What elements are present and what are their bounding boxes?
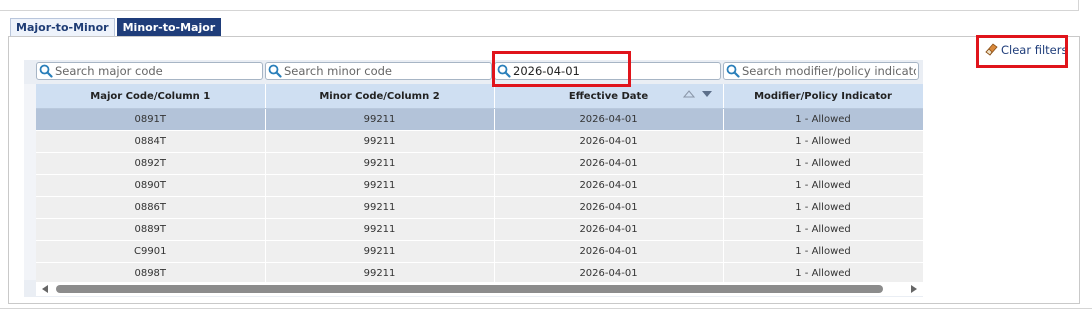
minor-code-search-input[interactable] [282, 64, 491, 78]
data-grid: Major Code/Column 1 Minor Code/Column 2 … [24, 60, 923, 297]
table-row[interactable]: 0889T 99211 2026-04-01 1 - Allowed [36, 218, 923, 241]
effective-date-header-label: Effective Date [568, 90, 649, 102]
major-code-cell: 0886T [36, 196, 266, 219]
modifier-cell: 1 - Allowed [723, 152, 923, 175]
minor-code-filter [265, 62, 492, 80]
major-code-search-input[interactable] [53, 64, 262, 78]
search-icon [39, 64, 53, 78]
table-row[interactable]: 0892T 99211 2026-04-01 1 - Allowed [36, 152, 923, 175]
effective-date-filter [494, 62, 721, 80]
table-row[interactable]: 0884T 99211 2026-04-01 1 - Allowed [36, 130, 923, 153]
search-icon [268, 64, 282, 78]
effective-date-cell: 2026-04-01 [494, 218, 724, 241]
sort-controls [682, 90, 713, 98]
table-row[interactable]: 0891T 99211 2026-04-01 1 - Allowed [36, 108, 923, 131]
major-code-cell: 0889T [36, 218, 266, 241]
modifier-cell: 1 - Allowed [723, 240, 923, 263]
effective-date-cell: 2026-04-01 [494, 240, 724, 263]
table-row[interactable]: 0890T 99211 2026-04-01 1 - Allowed [36, 174, 923, 197]
major-code-cell: 0892T [36, 152, 266, 175]
clear-filters-link[interactable]: Clear filters [985, 42, 1067, 58]
scrollbar-thumb[interactable] [56, 285, 883, 293]
column-header-minor-code[interactable]: Minor Code/Column 2 [265, 84, 495, 109]
sort-ascending-icon[interactable] [682, 90, 695, 98]
major-code-cell: 0890T [36, 174, 266, 197]
effective-date-cell: 2026-04-01 [494, 174, 724, 197]
sort-descending-icon[interactable] [701, 90, 713, 98]
effective-date-search-input[interactable] [511, 64, 720, 78]
scroll-right-arrow-icon[interactable] [911, 285, 917, 293]
tab-major-to-minor[interactable]: Major-to-Minor [10, 18, 115, 36]
modifier-filter [723, 62, 919, 80]
modifier-search-input[interactable] [740, 64, 918, 78]
column-header-effective-date[interactable]: Effective Date [494, 84, 724, 109]
search-icon [726, 64, 740, 78]
major-code-cell: 0891T [36, 108, 266, 131]
effective-date-cell: 2026-04-01 [494, 108, 724, 131]
modifier-cell: 1 - Allowed [723, 196, 923, 219]
effective-date-cell: 2026-04-01 [494, 196, 724, 219]
tab-minor-to-major[interactable]: Minor-to-Major [116, 18, 222, 36]
search-icon [497, 64, 511, 78]
column-header-modifier[interactable]: Modifier/Policy Indicator [723, 84, 923, 109]
scroll-left-arrow-icon[interactable] [42, 285, 48, 293]
minor-code-cell: 99211 [265, 196, 495, 219]
modifier-cell: 1 - Allowed [723, 108, 923, 131]
major-code-cell: 0884T [36, 130, 266, 153]
column-header-major-code[interactable]: Major Code/Column 1 [36, 84, 266, 109]
eraser-icon [985, 43, 998, 56]
tab-bar: Major-to-Minor Minor-to-Major [10, 18, 223, 36]
effective-date-cell: 2026-04-01 [494, 130, 724, 153]
minor-code-cell: 99211 [265, 152, 495, 175]
bottom-divider [0, 308, 1092, 309]
clear-filters-label: Clear filters [1001, 43, 1068, 57]
minor-code-cell: 99211 [265, 218, 495, 241]
minor-code-cell: 99211 [265, 130, 495, 153]
filter-row [36, 62, 921, 80]
horizontal-scrollbar[interactable] [36, 282, 923, 296]
minor-code-cell: 99211 [265, 108, 495, 131]
modifier-cell: 1 - Allowed [723, 130, 923, 153]
table-row[interactable]: C9901 99211 2026-04-01 1 - Allowed [36, 240, 923, 263]
minor-code-cell: 99211 [265, 174, 495, 197]
table-row[interactable]: 0886T 99211 2026-04-01 1 - Allowed [36, 196, 923, 219]
modifier-cell: 1 - Allowed [723, 218, 923, 241]
effective-date-cell: 2026-04-01 [494, 152, 724, 175]
top-divider [0, 0, 1079, 11]
minor-code-cell: 99211 [265, 240, 495, 263]
modifier-cell: 1 - Allowed [723, 174, 923, 197]
major-code-filter [36, 62, 263, 80]
major-code-cell: C9901 [36, 240, 266, 263]
results-table: Major Code/Column 1 Minor Code/Column 2 … [36, 84, 923, 285]
